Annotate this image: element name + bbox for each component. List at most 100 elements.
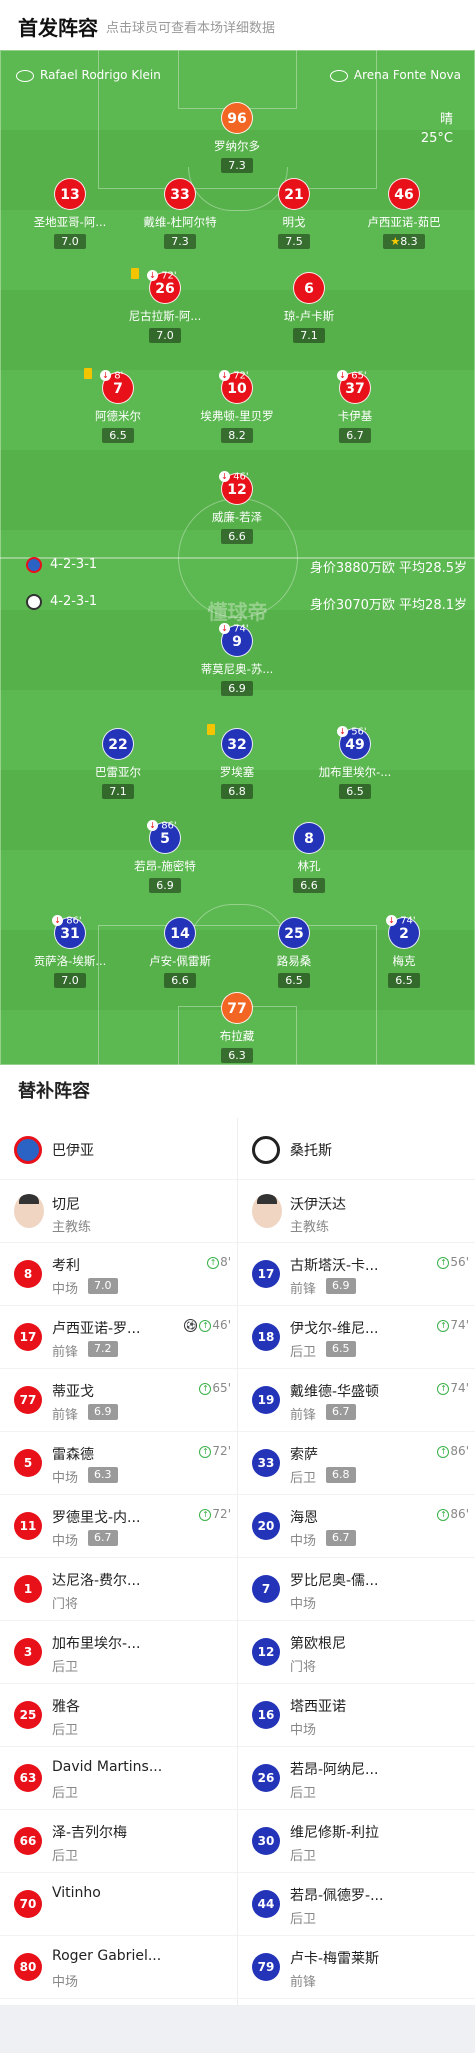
jersey-number: 96 bbox=[221, 102, 253, 134]
player-away[interactable]: 32 罗埃塞 6.8 bbox=[182, 724, 292, 799]
jersey-number: 8 bbox=[293, 822, 325, 854]
sub-out: ↓ 72' bbox=[147, 270, 177, 282]
sub-player-rating: 7.2 bbox=[88, 1341, 118, 1357]
away-team-name: 桑托斯 bbox=[290, 1143, 332, 1159]
sub-in-icon: ↑ bbox=[437, 1319, 450, 1332]
referee-name: Rafael Rodrigo Klein bbox=[40, 68, 161, 82]
lineup-header: 首发阵容 点击球员可查看本场详细数据 bbox=[0, 0, 475, 50]
sub-out-icon: ↓ bbox=[147, 270, 158, 281]
sub-player-position: 后卫 bbox=[290, 1786, 317, 1801]
player-rating: 6.5 bbox=[388, 973, 420, 988]
player-home[interactable]: 21 明戈 7.5 bbox=[239, 178, 349, 249]
sub-in-time: ↑ 72' bbox=[199, 1444, 231, 1458]
player-home[interactable]: 13 圣地亚哥-阿... 7.0 bbox=[15, 178, 125, 249]
away-sub-row[interactable]: 26 若昂-阿纳尼... 后卫 bbox=[238, 1747, 475, 1810]
player-home[interactable]: 26 ↓ 72' 尼古拉斯-阿... 7.0 bbox=[110, 268, 220, 343]
jersey-number: 1 bbox=[14, 1575, 42, 1603]
sub-player-position: 后卫 bbox=[52, 1849, 79, 1864]
sub-player-position: 后卫 bbox=[52, 1660, 79, 1675]
jersey-number: 46 bbox=[388, 178, 420, 210]
player-away[interactable]: 9 ↓ 74' 蒂莫尼奥-苏... 6.9 bbox=[182, 623, 292, 696]
away-coach-row[interactable]: 沃伊沃达 主教练 bbox=[238, 1180, 475, 1243]
sub-player-name: 雷森德 bbox=[52, 1447, 94, 1463]
home-coach-row[interactable]: 切尼 主教练 bbox=[0, 1180, 237, 1243]
sub-out-icon: ↓ bbox=[100, 370, 111, 381]
player-rating: 7.0 bbox=[54, 234, 86, 249]
player-away[interactable]: 31 ↓ 86' 贡萨洛-埃斯... 7.0 bbox=[15, 915, 125, 988]
jersey-number: 25 bbox=[278, 917, 310, 949]
player-home[interactable]: 6 琼-卢卡斯 7.1 bbox=[254, 272, 364, 343]
away-sub-row[interactable]: 12 第欧根尼 门将 bbox=[238, 1621, 475, 1684]
away-sub-row[interactable]: 18 伊戈尔-维尼... 后卫 6.5 ↑ 74' bbox=[238, 1306, 475, 1369]
sub-out-icon: ↓ bbox=[337, 370, 348, 381]
jersey-number: 18 bbox=[252, 1323, 280, 1351]
player-name: 贡萨洛-埃斯... bbox=[33, 954, 107, 968]
sub-player-name: 蒂亚戈 bbox=[52, 1384, 94, 1400]
sub-player-name: 若昂-佩德罗-... bbox=[290, 1888, 384, 1904]
home-sub-row[interactable]: 80 Roger Gabriel... 中场 bbox=[0, 1936, 237, 1999]
sub-player-position: 后卫 bbox=[52, 1786, 79, 1801]
jersey-number: 17 bbox=[14, 1323, 42, 1351]
home-sub-row[interactable]: 77 蒂亚戈 前锋 6.9 ↑ 65' bbox=[0, 1369, 237, 1432]
sub-player-rating: 6.9 bbox=[326, 1278, 356, 1294]
sub-out-icon: ↓ bbox=[386, 915, 397, 926]
jersey-number: 26 bbox=[252, 1764, 280, 1792]
sub-out: ↓ 72' bbox=[219, 370, 249, 382]
home-sub-row[interactable]: 11 罗德里戈-内... 中场 6.7 ↑ 72' bbox=[0, 1495, 237, 1558]
player-rating: 7.0 bbox=[149, 328, 181, 343]
player-away[interactable]: 5 ↓ 86' 若昂-施密特 6.9 bbox=[110, 820, 220, 893]
home-sub-row[interactable]: 5 雷森德 中场 6.3 ↑ 72' bbox=[0, 1432, 237, 1495]
home-sub-row[interactable]: 63 David Martins... 后卫 bbox=[0, 1747, 237, 1810]
away-sub-row[interactable]: 30 维尼修斯-利拉 后卫 bbox=[238, 1810, 475, 1873]
home-sub-row[interactable]: 8 考利 中场 7.0 ↑ 8' bbox=[0, 1243, 237, 1306]
player-away[interactable]: 2 ↓ 74' 梅克 6.5 bbox=[349, 915, 459, 988]
home-sub-row[interactable]: 66 泽-吉列尔梅 后卫 bbox=[0, 1810, 237, 1873]
jersey-number: 8 bbox=[14, 1260, 42, 1288]
sub-player-position: 前锋 bbox=[290, 1408, 317, 1423]
home-sub-row[interactable]: 1 达尼洛-费尔... 门将 bbox=[0, 1558, 237, 1621]
sub-player-position: 门将 bbox=[290, 1660, 317, 1675]
home-sub-row[interactable]: 17 卢西亚诺-罗... 前锋 7.2 ⚽ ↑ 46' bbox=[0, 1306, 237, 1369]
page-subtitle: 点击球员可查看本场详细数据 bbox=[106, 21, 276, 36]
player-home[interactable]: 10 ↓ 72' 埃弗顿-里贝罗 8.2 bbox=[182, 370, 292, 443]
player-away[interactable]: 22 巴雷亚尔 7.1 bbox=[63, 728, 173, 799]
away-sub-row[interactable]: 7 罗比尼奥-儒... 中场 bbox=[238, 1558, 475, 1621]
sub-out: ↓ 74' bbox=[219, 623, 249, 635]
away-sub-row[interactable]: 16 塔西亚诺 中场 bbox=[238, 1684, 475, 1747]
player-home[interactable]: 33 戴维-杜阿尔特 7.3 bbox=[125, 178, 235, 249]
sub-in-icon: ↑ bbox=[199, 1319, 212, 1332]
player-away[interactable]: 14 卢安-佩雷斯 6.6 bbox=[125, 917, 235, 988]
home-sub-row[interactable]: 3 加布里埃尔-... 后卫 bbox=[0, 1621, 237, 1684]
away-sub-row[interactable]: 33 索萨 后卫 6.8 ↑ 86' bbox=[238, 1432, 475, 1495]
away-team-row[interactable]: 桑托斯 bbox=[238, 1118, 475, 1180]
yellow-card-icon bbox=[84, 368, 92, 379]
home-sub-row[interactable]: 70 Vitinho bbox=[0, 1873, 237, 1936]
home-sub-row[interactable]: 25 雅各 后卫 bbox=[0, 1684, 237, 1747]
player-home[interactable]: 46 卢西亚诺-茹巴 ★8.3 bbox=[349, 178, 459, 249]
sub-player-name: Vitinho bbox=[52, 1885, 101, 1901]
home-team-row[interactable]: 巴伊亚 bbox=[0, 1118, 237, 1180]
away-sub-row[interactable]: 44 若昂-佩德罗-... 后卫 bbox=[238, 1873, 475, 1936]
player-home[interactable]: 12 ↓ 46' 威廉-若泽 6.6 bbox=[182, 471, 292, 544]
away-sub-row[interactable]: 79 卢卡-梅雷莱斯 前锋 bbox=[238, 1936, 475, 1999]
coach-name: 沃伊沃达 bbox=[290, 1197, 346, 1213]
sub-player-position: 中场 bbox=[52, 1471, 79, 1486]
substitutes-section: 替补阵容 巴伊亚 桑托斯 切尼 主教练 沃伊沃达 主教练 8 考利 中场 7.0 ↑ 8'… bbox=[0, 1065, 475, 2005]
sub-time: 8' bbox=[114, 370, 124, 382]
player-away[interactable]: 49 ↓ 56' 加布里埃尔-... 6.5 bbox=[300, 726, 410, 799]
sub-player-name: 泽-吉列尔梅 bbox=[52, 1825, 128, 1841]
away-sub-row[interactable]: 17 古斯塔沃-卡... 前锋 6.9 ↑ 56' bbox=[238, 1243, 475, 1306]
away-sub-row[interactable]: 20 海恩 中场 6.7 ↑ 86' bbox=[238, 1495, 475, 1558]
player-away-gk[interactable]: 77 布拉藏 6.3 bbox=[182, 992, 292, 1063]
sub-player-name: Roger Gabriel... bbox=[52, 1948, 162, 1964]
player-rating: 7.5 bbox=[278, 234, 310, 249]
away-sub-row[interactable]: 19 戴维德-华盛顿 前锋 6.7 ↑ 74' bbox=[238, 1369, 475, 1432]
sub-player-name: 考利 bbox=[52, 1258, 80, 1274]
referee-info: Rafael Rodrigo Klein bbox=[16, 68, 161, 82]
player-home-gk[interactable]: 96 罗纳尔多 7.3 bbox=[182, 102, 292, 173]
player-away[interactable]: 8 林孔 6.6 bbox=[254, 822, 364, 893]
player-away[interactable]: 25 路易桑 6.5 bbox=[239, 917, 349, 988]
player-home[interactable]: 7 ↓ 8' 阿德米尔 6.5 bbox=[63, 368, 173, 443]
player-home[interactable]: 37 ↓ 65' 卡伊基 6.7 bbox=[300, 370, 410, 443]
substitutes-title: 替补阵容 bbox=[18, 1081, 90, 1102]
